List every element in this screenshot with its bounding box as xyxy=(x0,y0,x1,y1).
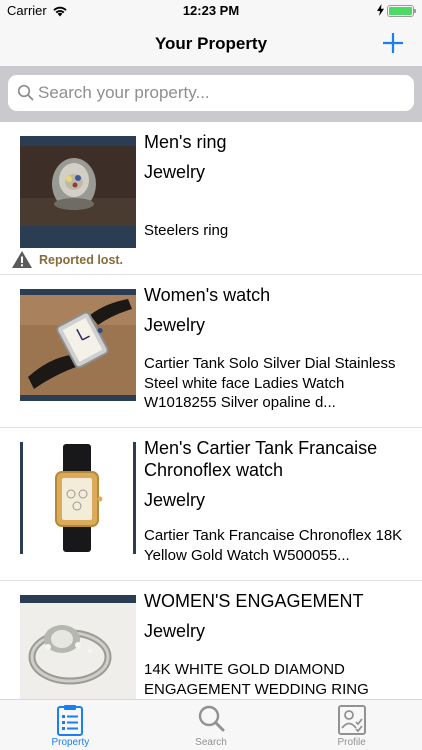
search-box[interactable] xyxy=(8,75,414,111)
search-input[interactable] xyxy=(38,75,408,111)
property-title: Men's ring xyxy=(144,132,227,152)
property-category: Jewelry xyxy=(144,315,206,335)
tab-profile[interactable]: Profile xyxy=(281,700,422,750)
property-description: Cartier Tank Francaise Chronoflex 18K Ye… xyxy=(144,527,403,564)
tab-bar: Property Search Profile xyxy=(0,699,422,750)
property-title: Women's watch xyxy=(144,285,271,305)
battery-level xyxy=(389,7,412,15)
status-time: 12:23 PM xyxy=(182,3,240,18)
search-icon xyxy=(17,84,34,101)
search-bar-container xyxy=(0,66,422,122)
charging-bolt-icon xyxy=(377,4,384,16)
tab-search[interactable]: Search xyxy=(141,700,282,750)
property-photo-mens-watch xyxy=(20,442,136,554)
lost-status-text: Reported lost. xyxy=(39,252,124,267)
property-row-womens-engagement[interactable]: WOMEN'S ENGAGEMENT Jewelry 14K WHITE GOL… xyxy=(0,581,422,699)
profile-card-icon xyxy=(337,705,366,735)
add-property-button[interactable] xyxy=(380,30,406,56)
property-description: 14K WHITE GOLD DIAMOND ENGAGEMENT WEDDIN… xyxy=(144,661,369,698)
property-row-mens-cartier-watch[interactable]: Men's Cartier Tank Francaise Chronoflex … xyxy=(0,428,422,581)
status-bar: Carrier 12:23 PM xyxy=(0,0,422,22)
property-row-womens-watch[interactable]: Women's watch Jewelry Cartier Tank Solo … xyxy=(0,275,422,428)
property-category: Jewelry xyxy=(144,490,206,510)
warning-icon xyxy=(12,251,32,268)
property-title: Men's Cartier Tank Francaise Chronoflex … xyxy=(144,438,378,480)
page-title: Your Property xyxy=(154,34,268,53)
tab-property[interactable]: Property xyxy=(0,700,141,750)
tab-profile-label: Profile xyxy=(337,737,366,748)
battery-icon xyxy=(387,5,416,17)
property-row-mens-ring[interactable]: Men's ring Jewelry Steelers ring Reporte… xyxy=(0,122,422,275)
property-photo-ring xyxy=(20,136,136,248)
property-list: Men's ring Jewelry Steelers ring Reporte… xyxy=(0,122,422,699)
property-title: WOMEN'S ENGAGEMENT xyxy=(144,591,364,611)
plus-icon xyxy=(383,33,403,53)
property-description: Steelers ring xyxy=(144,222,229,239)
property-category: Jewelry xyxy=(144,162,206,182)
property-photo-engagement-ring xyxy=(20,595,136,699)
tab-search-label: Search xyxy=(195,737,227,748)
property-category: Jewelry xyxy=(144,621,206,641)
magnifier-icon xyxy=(198,705,225,732)
property-photo-womens-watch xyxy=(20,289,136,401)
lost-status-badge: Reported lost. xyxy=(11,250,123,269)
clipboard-list-icon xyxy=(57,705,84,736)
property-description: Cartier Tank Solo Silver Dial Stainless … xyxy=(144,355,396,411)
tab-property-label: Property xyxy=(51,737,90,748)
navigation-bar: Your Property xyxy=(0,22,422,66)
